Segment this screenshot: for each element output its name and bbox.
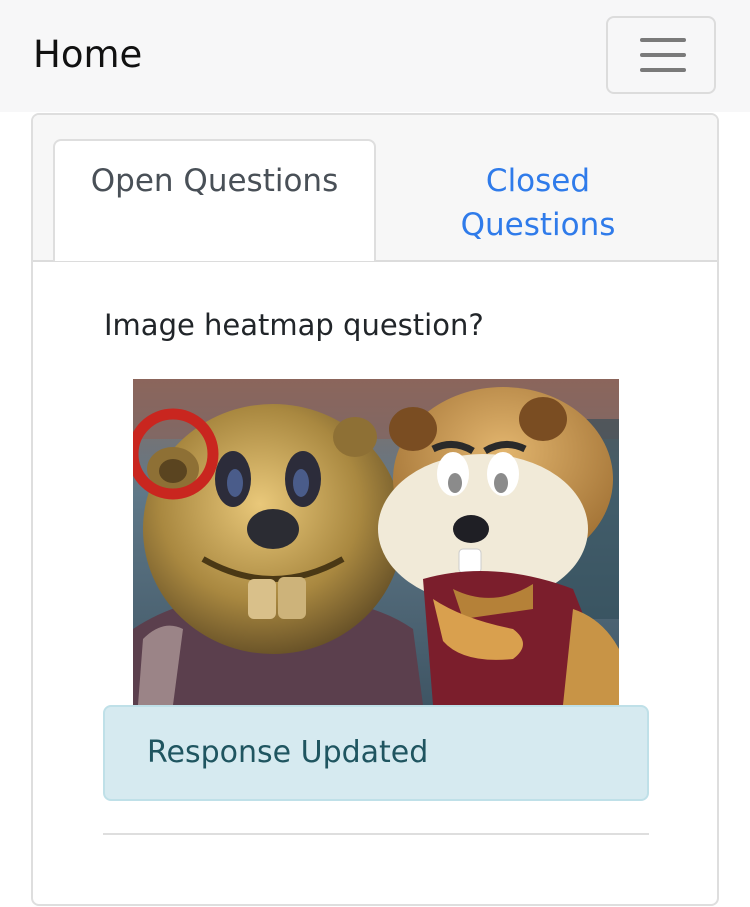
card-header-tabs: Open Questions Closed Questions xyxy=(33,115,717,262)
tab-closed-questions[interactable]: Closed Questions xyxy=(428,159,648,247)
navbar-brand[interactable]: Home xyxy=(33,30,142,80)
questions-card: Open Questions Closed Questions Image he… xyxy=(31,113,719,906)
navbar-toggle-button[interactable] xyxy=(606,16,716,94)
navbar: Home xyxy=(0,0,750,112)
question-text: Image heatmap question? xyxy=(104,308,484,342)
divider xyxy=(103,833,649,835)
tab-open-questions[interactable]: Open Questions xyxy=(53,139,376,261)
heatmap-image[interactable] xyxy=(133,379,619,705)
response-updated-alert: Response Updated xyxy=(103,705,649,801)
heatmap-image-graphic[interactable] xyxy=(133,379,619,705)
